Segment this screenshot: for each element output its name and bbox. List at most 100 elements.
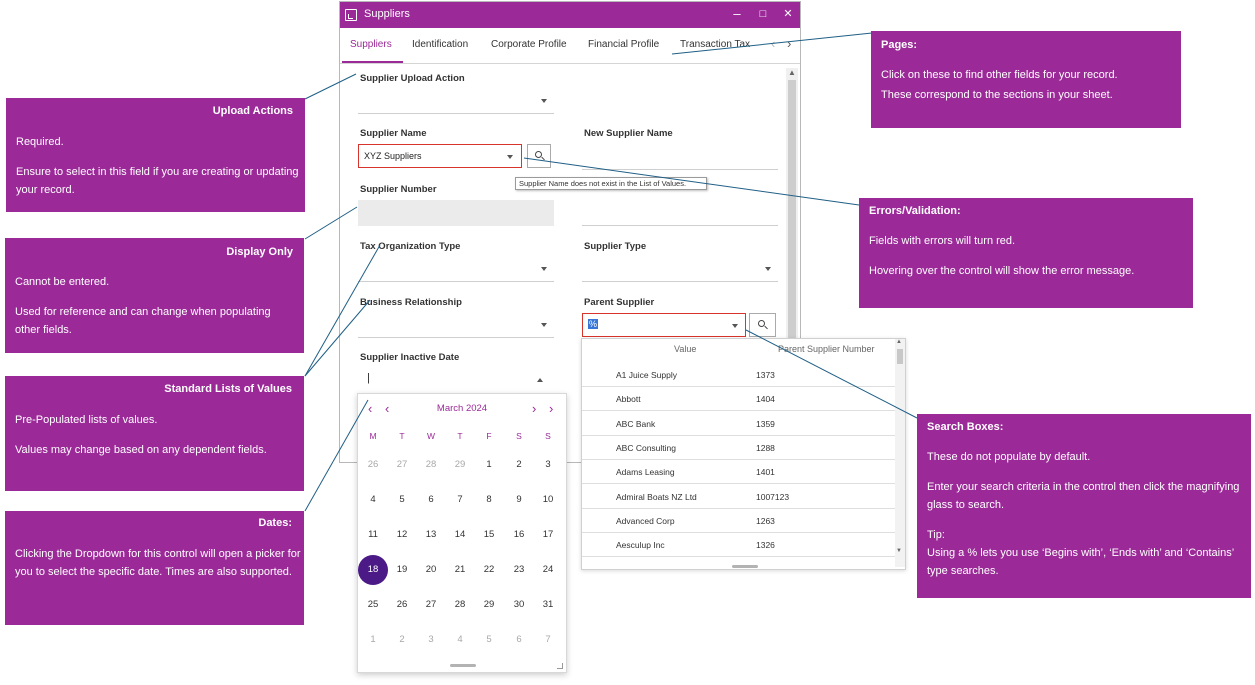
next-year-icon[interactable]: › [549, 401, 553, 416]
tab-identification[interactable]: Identification [412, 39, 468, 50]
calendar-day[interactable]: 17 [533, 520, 563, 550]
calendar-day[interactable]: 21 [445, 555, 475, 585]
calendar-day[interactable]: 28 [445, 590, 475, 620]
upload-action-dropdown[interactable] [358, 113, 554, 114]
calendar-day[interactable]: 3 [416, 625, 446, 655]
calendar-day[interactable]: 29 [445, 450, 475, 480]
resize-handle-icon[interactable] [557, 663, 563, 669]
tab-corporate-profile[interactable]: Corporate Profile [491, 39, 567, 50]
calendar-day[interactable]: 13 [416, 520, 446, 550]
calendar-day[interactable]: 25 [358, 590, 388, 620]
scroll-up-icon[interactable]: ▲ [896, 339, 902, 345]
calendar-day[interactable]: 27 [387, 450, 417, 480]
table-row[interactable]: ABC Bank 1359 [582, 412, 895, 436]
calendar-day[interactable]: 14 [445, 520, 475, 550]
active-tab-indicator [342, 61, 403, 63]
callout-text: Pre-Populated lists of values. [15, 414, 158, 426]
calendar-day[interactable]: 15 [474, 520, 504, 550]
calendar-scrollbar[interactable] [450, 664, 476, 667]
table-row[interactable]: Adams Leasing 1401 [582, 460, 895, 485]
tab-next-icon[interactable]: › [787, 36, 791, 51]
calendar-day[interactable]: 5 [474, 625, 504, 655]
tax-org-type-label: Tax Organization Type [360, 241, 461, 252]
minimize-button[interactable]: – [729, 6, 745, 22]
calendar-day[interactable]: 7 [533, 625, 563, 655]
calendar-day[interactable]: 16 [504, 520, 534, 550]
table-row[interactable]: Advanced Corp 1263 [582, 509, 895, 533]
scroll-down-icon[interactable]: ▼ [896, 548, 902, 554]
calendar-day[interactable]: 12 [387, 520, 417, 550]
column-header-value[interactable]: Value [674, 344, 696, 354]
calendar-day[interactable]: 20 [416, 555, 446, 585]
table-row[interactable]: A1 Juice Supply 1373 [582, 363, 895, 387]
supplier-type-dropdown[interactable] [582, 281, 778, 282]
inactive-date-input[interactable]: | [367, 372, 370, 384]
calendar-day[interactable]: 2 [387, 625, 417, 655]
table-row[interactable]: ABC Consulting 1288 [582, 436, 895, 460]
tab-financial-profile[interactable]: Financial Profile [588, 39, 659, 50]
cell-value: ABC Consulting [616, 442, 677, 453]
tab-suppliers[interactable]: Suppliers [350, 39, 392, 50]
calendar-day[interactable]: 31 [533, 590, 563, 620]
scrollbar-thumb[interactable] [897, 349, 903, 364]
chevron-down-icon[interactable] [507, 155, 513, 159]
app-icon [345, 9, 357, 21]
table-row[interactable]: Admiral Boats NZ Ltd 1007123 [582, 485, 895, 509]
callout-text: Required. [16, 136, 64, 148]
table-row[interactable]: Aesculup Inc 1326 [582, 533, 895, 558]
calendar-day[interactable]: 7 [445, 485, 475, 515]
tab-transaction-tax[interactable]: Transaction Tax [680, 39, 750, 50]
calendar-day[interactable]: 28 [416, 450, 446, 480]
chevron-down-icon[interactable] [541, 99, 547, 103]
tax-org-type-dropdown[interactable] [358, 281, 554, 282]
callout-title: Search Boxes: [927, 421, 1004, 433]
calendar-day[interactable]: 19 [387, 555, 417, 585]
calendar-day[interactable]: 22 [474, 555, 504, 585]
calendar-day[interactable]: 6 [504, 625, 534, 655]
calendar-day[interactable]: 26 [387, 590, 417, 620]
grid-horizontal-scrollbar[interactable] [732, 565, 758, 568]
supplier-name-search-button[interactable] [527, 144, 551, 168]
maximize-button[interactable]: □ [755, 6, 771, 22]
tab-prev-icon[interactable]: ‹ [771, 36, 775, 51]
calendar-day[interactable]: 5 [387, 485, 417, 515]
calendar-day[interactable]: 23 [504, 555, 534, 585]
calendar-day[interactable]: 6 [416, 485, 446, 515]
calendar-day[interactable]: 2 [504, 450, 534, 480]
chevron-down-icon[interactable] [541, 267, 547, 271]
parent-supplier-search-button[interactable] [749, 313, 776, 337]
calendar-day[interactable]: 24 [533, 555, 563, 585]
callout-text: Ensure to select in this field if you ar… [16, 166, 299, 196]
parent-supplier-field[interactable]: % [582, 313, 746, 337]
calendar-day[interactable]: 27 [416, 590, 446, 620]
calendar-day[interactable]: 9 [504, 485, 534, 515]
next-month-icon[interactable]: › [532, 401, 536, 416]
calendar-day[interactable]: 3 [533, 450, 563, 480]
calendar-day[interactable]: 4 [358, 485, 388, 515]
weekday-header: T [399, 431, 405, 441]
calendar-day-selected[interactable]: 18 [358, 555, 388, 585]
calendar-day[interactable]: 30 [504, 590, 534, 620]
new-supplier-name-input[interactable] [582, 169, 778, 170]
scroll-up-icon[interactable]: ▲ [788, 68, 796, 77]
business-relationship-dropdown[interactable] [358, 337, 554, 338]
chevron-down-icon[interactable] [541, 323, 547, 327]
calendar-day[interactable]: 29 [474, 590, 504, 620]
chevron-down-icon[interactable] [765, 267, 771, 271]
calendar-day[interactable]: 1 [358, 625, 388, 655]
close-button[interactable]: ✕ [780, 6, 796, 22]
calendar-day[interactable]: 4 [445, 625, 475, 655]
calendar-day[interactable]: 10 [533, 485, 563, 515]
grid-scrollbar[interactable]: ▲ ▼ [895, 339, 905, 567]
callout-text: Click on these to find other fields for … [881, 69, 1118, 81]
callout-search-boxes: Search Boxes: These do not populate by d… [917, 414, 1251, 598]
calendar-day[interactable]: 1 [474, 450, 504, 480]
chevron-down-icon[interactable] [732, 324, 738, 328]
chevron-up-icon[interactable] [537, 378, 543, 382]
calendar-day[interactable]: 11 [358, 520, 388, 550]
calendar-day[interactable]: 8 [474, 485, 504, 515]
calendar-day[interactable]: 26 [358, 450, 388, 480]
supplier-name-field[interactable]: XYZ Suppliers [358, 144, 522, 168]
column-header-parent-supplier-number[interactable]: Parent Supplier Number [778, 344, 875, 354]
table-row[interactable]: Abbott 1404 [582, 387, 895, 412]
